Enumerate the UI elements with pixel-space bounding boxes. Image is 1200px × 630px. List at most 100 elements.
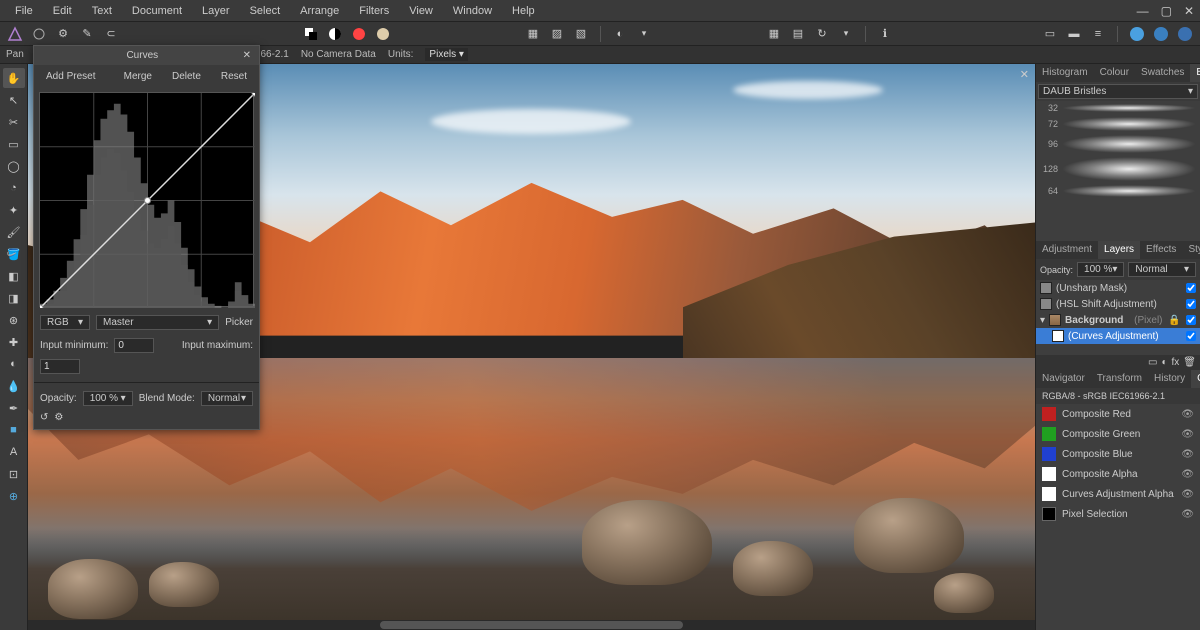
tab-styles[interactable]: Styles <box>1182 241 1200 259</box>
colour-wheel-icon[interactable] <box>350 25 368 43</box>
grid-icon[interactable]: ▦ <box>765 25 783 43</box>
layer-visible-checkbox[interactable] <box>1186 315 1196 325</box>
fx-icon[interactable]: fx <box>1172 357 1180 368</box>
layer-item[interactable]: (Unsharp Mask) <box>1036 280 1200 296</box>
eye-icon[interactable]: 👁 <box>1181 449 1194 460</box>
eye-icon[interactable]: 👁 <box>1181 489 1194 500</box>
sphere-icon[interactable] <box>374 25 392 43</box>
persona-liquify-icon[interactable] <box>1152 25 1170 43</box>
curves-graph[interactable] <box>39 92 254 307</box>
channel-item[interactable]: Composite Blue👁 <box>1036 444 1200 464</box>
delete-layer-icon[interactable]: 🗑 <box>1183 357 1196 368</box>
menu-filters[interactable]: Filters <box>350 2 398 20</box>
layer-visible-checkbox[interactable] <box>1186 331 1196 341</box>
quickmask-dropdown-icon[interactable]: ▾ <box>635 25 653 43</box>
marquee-tool[interactable]: ▭ <box>3 134 25 154</box>
healing-tool[interactable]: ✚ <box>3 332 25 352</box>
menu-edit[interactable]: Edit <box>44 2 81 20</box>
assistant-icon[interactable]: ℹ <box>876 25 894 43</box>
lock-icon[interactable]: 🔒 <box>1168 315 1180 326</box>
layer-visible-checkbox[interactable] <box>1186 299 1196 309</box>
colour-picker-tool[interactable]: ⊡ <box>3 464 25 484</box>
gradient-tool[interactable]: ◧ <box>3 266 25 286</box>
crop-tool[interactable]: ✂ <box>3 112 25 132</box>
tab-history[interactable]: History <box>1148 370 1191 388</box>
layer-opacity-dropdown[interactable]: 100 %▾ <box>1077 262 1124 277</box>
quickmask-icon[interactable]: ◐ <box>611 25 629 43</box>
brush-item[interactable]: 96 <box>1036 133 1200 155</box>
tab-adjustment[interactable]: Adjustment <box>1036 241 1098 259</box>
channel-item[interactable]: Composite Alpha👁 <box>1036 464 1200 484</box>
align-icon[interactable]: ≡ <box>1089 25 1107 43</box>
menu-window[interactable]: Window <box>444 2 501 20</box>
tab-histogram[interactable]: Histogram <box>1036 64 1094 82</box>
window-close-icon[interactable]: ✕ <box>1184 4 1194 18</box>
brush-item[interactable]: 128 <box>1036 155 1200 183</box>
text-tool[interactable]: A <box>3 442 25 462</box>
window-minimize-icon[interactable]: — <box>1137 4 1149 18</box>
brush-category-dropdown[interactable]: DAUB Bristles▾ <box>1038 84 1198 99</box>
picker-button[interactable]: Picker <box>225 317 253 328</box>
tab-brushes[interactable]: Brushes <box>1190 64 1200 82</box>
reset-button[interactable]: Reset <box>215 69 253 84</box>
tab-swatches[interactable]: Swatches <box>1135 64 1190 82</box>
brushes-list[interactable]: 32 72 96 128 64 <box>1036 101 1200 241</box>
flood-select-tool[interactable]: ✦ <box>3 200 25 220</box>
arrange-fwd-icon[interactable]: ▬ <box>1065 25 1083 43</box>
tab-transform[interactable]: Transform <box>1091 370 1148 388</box>
layer-item[interactable]: (Curves Adjustment) <box>1036 328 1200 344</box>
colour-swatch-icon[interactable] <box>302 25 320 43</box>
input-max-field[interactable] <box>40 359 80 374</box>
gear-icon[interactable]: ⚙ <box>54 412 63 423</box>
selection-icon[interactable]: ▦ <box>524 25 542 43</box>
target-icon[interactable] <box>30 25 48 43</box>
menu-layer[interactable]: Layer <box>193 2 239 20</box>
layer-blendmode-dropdown[interactable]: Normal▾ <box>1128 262 1196 277</box>
curves-blendmode-dropdown[interactable]: Normal▾ <box>201 391 253 406</box>
blur-tool[interactable]: 💧 <box>3 376 25 396</box>
erase-tool[interactable]: ◨ <box>3 288 25 308</box>
close-icon[interactable]: ✕ <box>243 50 251 61</box>
gear-icon[interactable]: ⚙ <box>54 25 72 43</box>
tab-layers[interactable]: Layers <box>1098 241 1140 259</box>
layers-list[interactable]: (Unsharp Mask) (HSL Shift Adjustment) ▾B… <box>1036 280 1200 355</box>
pen-tool[interactable]: ✒ <box>3 398 25 418</box>
expand-icon[interactable]: ▾ <box>1040 315 1045 326</box>
canvas-close-icon[interactable]: ✕ <box>1020 68 1029 81</box>
mask-icon[interactable]: ▭ <box>1148 357 1157 368</box>
channel-item[interactable]: Composite Red👁 <box>1036 404 1200 424</box>
horizontal-scrollbar[interactable] <box>28 620 1035 630</box>
magnet-icon[interactable]: ⊂ <box>102 25 120 43</box>
channel-item[interactable]: Composite Green👁 <box>1036 424 1200 444</box>
menu-arrange[interactable]: Arrange <box>291 2 348 20</box>
contrast-icon[interactable] <box>326 25 344 43</box>
eye-icon[interactable]: 👁 <box>1181 429 1194 440</box>
layer-visible-checkbox[interactable] <box>1186 283 1196 293</box>
curves-dialog[interactable]: Curves✕ Add Preset Merge Delete Reset RG… <box>33 45 260 430</box>
input-min-field[interactable] <box>114 338 154 353</box>
adjustment-icon[interactable]: ◐ <box>1161 357 1167 368</box>
persona-develop-icon[interactable] <box>1176 25 1194 43</box>
pan-tool[interactable]: ✋ <box>3 68 25 88</box>
brush-item[interactable]: 32 <box>1036 101 1200 115</box>
eye-icon[interactable]: 👁 <box>1181 469 1194 480</box>
selection-add-icon[interactable]: ▨ <box>548 25 566 43</box>
selection-brush-tool[interactable]: ◔ <box>3 178 25 198</box>
units-dropdown[interactable]: Pixels ▾ <box>425 48 468 61</box>
persona-photo-icon[interactable] <box>1128 25 1146 43</box>
lasso-tool[interactable]: ◯ <box>3 156 25 176</box>
window-maximize-icon[interactable]: ▢ <box>1161 4 1172 18</box>
curves-opacity-dropdown[interactable]: 100 %▾ <box>83 391 133 406</box>
channel-item[interactable]: Curves Adjustment Alpha👁 <box>1036 484 1200 504</box>
move-tool[interactable]: ↖ <box>3 90 25 110</box>
eye-icon[interactable]: 👁 <box>1181 409 1194 420</box>
channel-item[interactable]: Pixel Selection👁 <box>1036 504 1200 524</box>
delete-button[interactable]: Delete <box>166 69 207 84</box>
clone-tool[interactable]: ⊛ <box>3 310 25 330</box>
curves-channel-dropdown[interactable]: RGB▾ <box>40 315 90 330</box>
layer-item[interactable]: ▾Background (Pixel)🔒 <box>1036 312 1200 328</box>
add-preset-button[interactable]: Add Preset <box>40 69 101 84</box>
brush-item[interactable]: 72 <box>1036 115 1200 133</box>
layer-item[interactable]: (HSL Shift Adjustment) <box>1036 296 1200 312</box>
menu-select[interactable]: Select <box>241 2 290 20</box>
